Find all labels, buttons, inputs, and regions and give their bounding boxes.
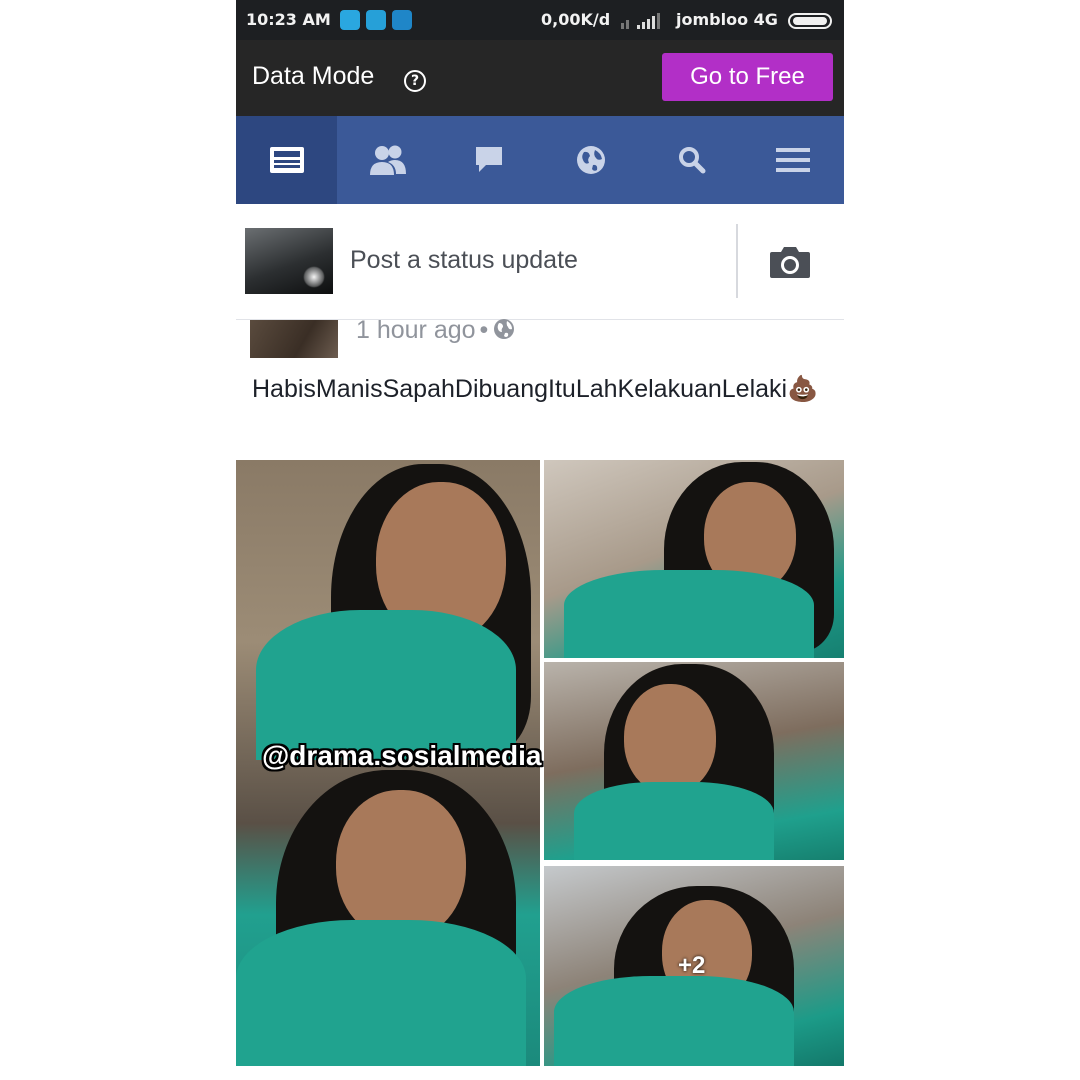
main-nav [236,116,844,204]
data-mode-title: Data Mode [252,62,375,90]
status-input[interactable]: Post a status update [350,246,578,275]
post-photo[interactable] [544,460,844,658]
search-icon [678,147,706,174]
carrier-label: jombloo 4G [676,10,778,29]
phone-screen: 10:23 AM 0,00K/d jombloo 4G Data Mode ? … [236,0,844,1080]
composer-divider [736,224,738,298]
news-feed-icon [269,147,304,173]
post-timestamp[interactable]: 1 hour ago [356,316,476,344]
post-text: HabisManisSapahDibuangItuLahKelakuanLela… [252,375,819,403]
tab-notifications[interactable] [540,116,641,204]
post-photo[interactable] [544,662,844,860]
messages-icon [476,147,503,172]
more-photos-count[interactable]: +2 [678,952,705,980]
tab-menu[interactable] [743,116,844,204]
signal-icon [621,13,660,29]
status-bar: 10:23 AM 0,00K/d jombloo 4G [236,0,844,40]
help-icon[interactable]: ? [404,70,426,92]
tab-messages[interactable] [439,116,540,204]
globe-icon [494,319,515,339]
go-to-free-button[interactable]: Go to Free [662,53,833,101]
meta-separator: • [479,316,489,344]
tab-friends[interactable] [337,116,438,204]
notifications-globe-icon [576,146,605,174]
status-time: 10:23 AM [246,10,331,29]
tab-news-feed[interactable] [236,116,338,204]
post-meta: 1 hour ago • [356,316,516,345]
app-notification-icon [366,10,386,30]
battery-icon [788,13,832,29]
app-notification-icon [340,10,360,30]
camera-icon[interactable] [768,244,812,280]
watermark-text: @drama.sosialmedia [262,740,542,771]
menu-icon [776,148,811,172]
app-notification-icon [392,10,412,30]
network-speed: 0,00K/d [541,10,611,29]
status-composer[interactable]: Post a status update [236,204,844,320]
data-mode-bar: Data Mode ? Go to Free [236,40,844,116]
post-author-avatar[interactable] [250,320,338,358]
tab-search[interactable] [641,116,742,204]
user-avatar [245,228,333,294]
friends-icon [369,145,406,175]
